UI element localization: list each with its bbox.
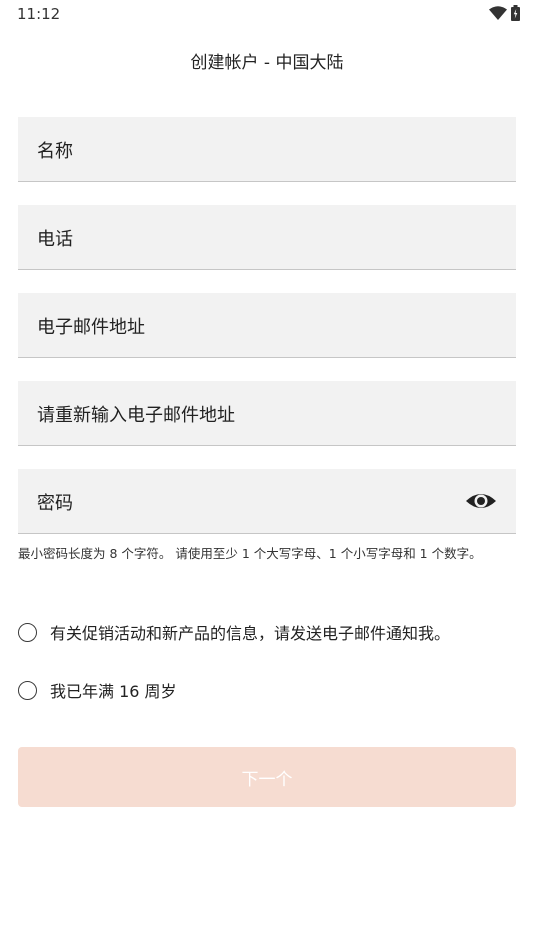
age-confirm-radio[interactable] — [18, 680, 37, 700]
promo-email-radio[interactable] — [18, 622, 37, 642]
email-field[interactable]: 电子邮件地址 — [18, 293, 516, 358]
eye-icon[interactable] — [465, 489, 497, 513]
name-field-label: 名称 — [37, 141, 73, 162]
status-time: 11:12 — [17, 5, 61, 23]
password-field[interactable]: 密码 — [18, 469, 516, 534]
phone-field[interactable]: 电话 — [18, 205, 516, 270]
next-button[interactable]: 下一个 — [18, 747, 516, 807]
promo-email-label: 有关促销活动和新产品的信息，请发送电子邮件通知我。 — [50, 624, 451, 643]
password-field-label: 密码 — [37, 493, 73, 514]
status-bar: 11:12 — [0, 0, 534, 28]
age-confirm-label: 我已年满 16 周岁 — [50, 682, 177, 701]
status-icons — [489, 5, 520, 21]
battery-icon — [511, 5, 520, 21]
age-confirm-option[interactable]: 我已年满 16 周岁 — [18, 678, 177, 702]
wifi-icon — [489, 6, 507, 20]
email-field-label: 电子邮件地址 — [37, 317, 145, 338]
confirm-email-field-label: 请重新输入电子邮件地址 — [37, 405, 235, 426]
password-hint: 最小密码长度为 8 个字符。 请使用至少 1 个大写字母、1 个小写字母和 1 … — [18, 546, 482, 561]
phone-field-label: 电话 — [37, 229, 73, 250]
confirm-email-field[interactable]: 请重新输入电子邮件地址 — [18, 381, 516, 446]
name-field[interactable]: 名称 — [18, 117, 516, 182]
page-title: 创建帐户 - 中国大陆 — [190, 53, 344, 73]
promo-email-option[interactable]: 有关促销活动和新产品的信息，请发送电子邮件通知我。 — [18, 620, 450, 644]
